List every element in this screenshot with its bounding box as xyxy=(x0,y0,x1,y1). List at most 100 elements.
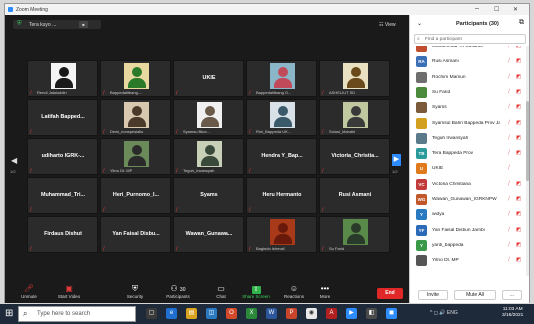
search-icon: ⌕ xyxy=(417,36,420,42)
zoom-taskbar-icon[interactable]: ▶ xyxy=(346,308,357,319)
store-icon[interactable]: ◫ xyxy=(206,308,217,319)
video-tile[interactable]: udiharto IGRK-... ⧸ xyxy=(27,138,98,175)
next-page-icon[interactable]: ▶ xyxy=(392,154,401,166)
video-tile[interactable]: ⧸ Dewi_nonspesialis xyxy=(100,99,171,136)
video-tile[interactable]: ⧸ ASHELIUT SD xyxy=(319,60,390,97)
participant-row[interactable]: U UKIE ⧸ xyxy=(410,161,524,177)
taskbar-clock[interactable]: 11:03 AM 3/18/2021 xyxy=(502,307,523,319)
video-tile[interactable]: UKIE ⧸ xyxy=(173,60,244,97)
video-tile[interactable]: ⧸ Bappedalitbang.... xyxy=(100,60,171,97)
participant-row[interactable]: Teguh Irwansyah ⧸ ◩ xyxy=(410,131,524,147)
video-tile[interactable]: ⧸ Solusi_Mandiri xyxy=(319,99,390,136)
end-meeting-button[interactable]: End xyxy=(377,288,403,299)
video-tile[interactable]: Victoria_Christia... ⧸ xyxy=(319,138,390,175)
participant-row[interactable]: YF Yan Faisal Disbun Jambi ⧸ ◩ xyxy=(410,223,524,239)
unmute-button[interactable]: 🎤︎ Unmute xyxy=(9,283,49,299)
avatar: YF xyxy=(416,224,427,236)
chevron-down-icon[interactable]: ⌄ xyxy=(417,20,422,27)
participant-row[interactable]: VC Victoria Christiana ⧸ ◩ xyxy=(410,177,524,193)
page-indicator-right: 1/2 xyxy=(392,169,398,174)
participant-name: Heru Hermanto xyxy=(262,192,302,198)
video-off-icon: ◩ xyxy=(516,211,522,218)
participant-row-name: Muhammad Tri Susanto xyxy=(432,46,483,49)
participant-row[interactable]: TB Tera Bappeda Prov ⧸ ◩ xyxy=(410,146,524,162)
video-tile[interactable]: Rusi Asmani ⧸ xyxy=(319,177,390,214)
minimize-button[interactable]: – xyxy=(475,5,479,12)
video-off-icon: ◩ xyxy=(516,73,522,80)
security-button[interactable]: ⛨ Security xyxy=(115,283,155,299)
video-tile[interactable]: Heru Hermanto ⧸ xyxy=(246,177,317,214)
share-screen-button[interactable]: ⇧ Share Screen xyxy=(236,283,276,299)
chat-button[interactable]: ▭ Chat xyxy=(201,283,241,299)
participant-row[interactable]: RA Rusi Asmani ⧸ ◩ xyxy=(410,54,524,70)
participant-row[interactable]: Ywidya ⧸ ◩ xyxy=(410,207,524,223)
participant-row[interactable]: Rochim Mamun ⧸ ◩ xyxy=(410,70,524,86)
acrobat-icon[interactable]: A xyxy=(326,308,337,319)
app-icon[interactable]: ◧ xyxy=(366,308,377,319)
muted-mic-icon: ⧸ xyxy=(508,165,510,172)
stop-icon[interactable]: ■ xyxy=(79,21,88,28)
muted-mic-icon: ⧸ xyxy=(103,90,105,95)
participant-search-input[interactable]: ⌕ Find a participant xyxy=(414,34,526,44)
video-tile[interactable]: Muhammad_Tri... ⧸ xyxy=(27,177,98,214)
video-tile[interactable]: ⧸ Bagindo Ishmail xyxy=(246,216,317,253)
muted-mic-icon: ⧸ xyxy=(249,246,251,251)
tile-caption: Rini_Bappeda UK... xyxy=(256,129,292,134)
video-tile[interactable]: ⧸ Syamsu Bkor... xyxy=(173,99,244,136)
muted-mic-icon: ⧸ xyxy=(103,246,105,251)
video-tile[interactable]: Syams ⧸ xyxy=(173,177,244,214)
video-tile[interactable]: Wawan_Gunawa... ⧸ xyxy=(173,216,244,253)
participant-row[interactable]: Su Farid ⧸ ◩ xyxy=(410,85,524,101)
file-explorer-icon[interactable]: ▤ xyxy=(186,308,197,319)
excel-icon[interactable]: X xyxy=(246,308,257,319)
video-tile[interactable]: ⧸ Bappedalitbang O... xyxy=(246,60,317,97)
system-tray[interactable]: ^ ◻ 🔊 ENG xyxy=(430,310,458,316)
more-button[interactable]: ••• More xyxy=(305,283,345,299)
edge-icon[interactable]: e xyxy=(166,308,177,319)
chrome-icon[interactable]: ◉ xyxy=(306,308,317,319)
muted-mic-icon: ⧸ xyxy=(30,168,32,173)
video-tile[interactable]: Latifah Bapped... ⧸ xyxy=(27,99,98,136)
previous-page-icon[interactable]: ◀ xyxy=(11,156,17,165)
muted-mic-icon: ⧸ xyxy=(176,129,178,134)
popout-icon[interactable]: ⧉ xyxy=(519,19,524,27)
participant-row[interactable]: Yyanti_bappeda ⧸ ◩ xyxy=(410,238,524,254)
video-tile[interactable]: ⧸ Rendi Jalaluddin xyxy=(27,60,98,97)
participant-row[interactable]: Yitno Dt. MP ⧸ ◩ xyxy=(410,253,524,269)
close-button[interactable]: ✕ xyxy=(513,6,518,13)
avatar xyxy=(416,132,427,144)
powerpoint-icon[interactable]: P xyxy=(286,308,297,319)
video-tile[interactable]: ⧸ Su Farid xyxy=(319,216,390,253)
video-off-icon: ◩ xyxy=(516,46,522,49)
participants-button[interactable]: ⚇ 30 Participants xyxy=(158,283,198,299)
video-tile[interactable]: Firdaus Dishut ⧸ xyxy=(27,216,98,253)
video-tile[interactable]: Heri_Purnomo_I... ⧸ xyxy=(100,177,171,214)
word-icon[interactable]: W xyxy=(266,308,277,319)
video-tile[interactable]: ⧸ Yitno Dt. MP xyxy=(100,138,171,175)
participant-list-scrollbar[interactable] xyxy=(526,46,529,276)
mute-all-button[interactable]: Mute All xyxy=(454,290,496,300)
meeting-info-pill[interactable]: ⛨ Tera kuyo ... ■ xyxy=(13,20,101,29)
maximize-button[interactable]: ☐ xyxy=(494,6,499,13)
start-video-button[interactable]: ▣ Start Video xyxy=(49,283,89,299)
participant-row[interactable]: Syamsul Bahri Bappeda Prov Ja... ⧸ ◩ xyxy=(410,116,524,132)
zoom-meeting-taskbar-icon[interactable]: ◼ xyxy=(386,308,397,319)
video-tile[interactable]: Yan Faisal Disbu... ⧸ xyxy=(100,216,171,253)
invite-button[interactable]: Invite xyxy=(418,290,448,300)
taskbar-search-input[interactable]: ⌕ Type here to search xyxy=(18,306,136,322)
person-photo xyxy=(197,102,222,128)
tile-caption: Solusi_Mandiri xyxy=(329,129,356,134)
muted-mic-icon: ⧸ xyxy=(508,211,510,218)
task-view-icon[interactable]: ▢ xyxy=(146,308,157,319)
windows-start-icon[interactable]: ⊞ xyxy=(5,308,13,319)
office-icon[interactable]: O xyxy=(226,308,237,319)
participant-row[interactable]: Syams ⧸ ◩ xyxy=(410,100,524,116)
scrollbar-thumb[interactable] xyxy=(526,101,529,181)
participant-row[interactable]: WG Wawan_Gunawan_IGRKNPW ⧸ ◩ xyxy=(410,192,524,208)
video-tile[interactable]: Hendra Y_Bap... ⧸ xyxy=(246,138,317,175)
video-tile[interactable]: ⧸ Rini_Bappeda UK... xyxy=(246,99,317,136)
view-button[interactable]: ☷ View xyxy=(379,22,396,28)
panel-more-button[interactable]: ... xyxy=(502,290,522,300)
unmute-label: Unmute xyxy=(21,294,37,299)
video-tile[interactable]: ⧸ Teguh_Irwansyah xyxy=(173,138,244,175)
